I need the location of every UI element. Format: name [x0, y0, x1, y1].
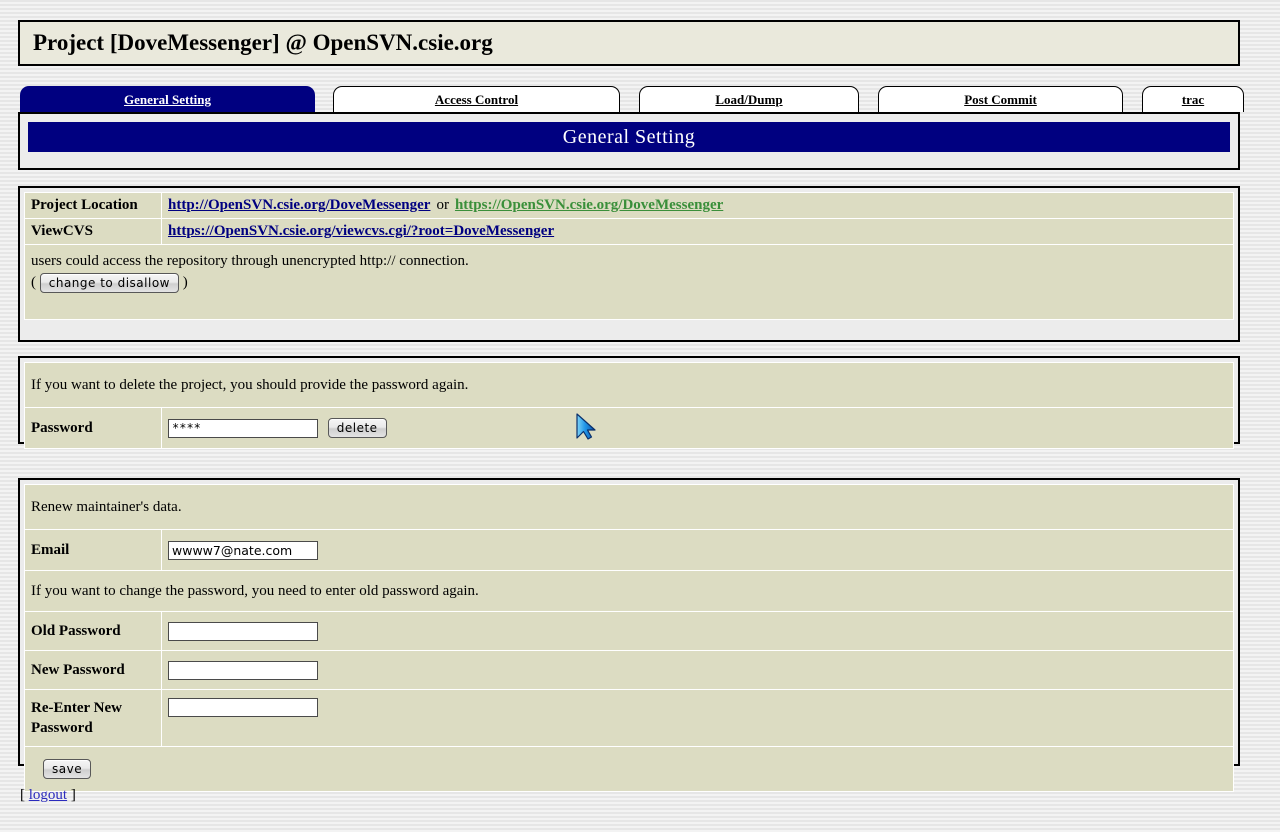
save-button[interactable]: save [43, 759, 92, 779]
project-location-https-link[interactable]: https://OpenSVN.csie.org/DoveMessenger [455, 197, 723, 213]
new-password-input[interactable] [168, 660, 318, 680]
table-row-email: Email [25, 530, 1233, 570]
new-password-value-cell [162, 651, 1233, 689]
viewcvs-label: ViewCVS [25, 219, 161, 244]
email-value-cell [162, 530, 1233, 570]
section-banner-title: General Setting [28, 122, 1230, 152]
delete-password-label: Password [25, 408, 161, 448]
change-to-disallow-button[interactable]: change to disallow [39, 273, 179, 293]
table-row-renew-note: Renew maintainer's data. [25, 485, 1233, 529]
logout-link[interactable]: logout [29, 787, 67, 803]
delete-project-panel: If you want to delete the project, you s… [18, 356, 1240, 449]
tab-post-commit-label: Post Commit [964, 91, 1037, 107]
delete-button[interactable]: delete [327, 418, 387, 438]
table-row-delete-note: If you want to delete the project, you s… [25, 363, 1233, 407]
page-title: Project [DoveMessenger] @ OpenSVN.csie.o… [33, 30, 493, 55]
table-row-new-password: New Password [25, 651, 1233, 689]
project-location-value: http://OpenSVN.csie.org/DoveMessenger or h… [162, 193, 1233, 218]
table-row-reenter-password: Re-Enter New Password [25, 690, 1233, 746]
email-input[interactable] [168, 540, 318, 560]
maintainer-table: Renew maintainer's data. Email If you wa… [24, 484, 1234, 792]
delete-password-value-cell: delete [162, 408, 1233, 448]
tab-trac-label: trac [1181, 91, 1205, 107]
viewcvs-value: https://OpenSVN.csie.org/viewcvs.cgi/?ro… [162, 219, 1233, 244]
delete-password-input[interactable] [168, 418, 318, 438]
tab-post-commit[interactable]: Post Commit [878, 86, 1123, 112]
tab-access-control-label: Access Control [434, 91, 519, 107]
table-row-delete-password: Password delete [25, 408, 1233, 448]
table-row-change-pw-note: If you want to change the password, you … [25, 571, 1233, 611]
email-label: Email [25, 530, 161, 570]
reenter-password-input[interactable] [168, 698, 318, 717]
table-row-save: save [25, 747, 1233, 791]
old-password-label: Old Password [25, 612, 161, 650]
page-root: Project [DoveMessenger] @ OpenSVN.csie.o… [0, 0, 1280, 832]
tab-general-setting-label: General Setting [123, 91, 211, 107]
project-info-table: Project Location http://OpenSVN.csie.org… [24, 192, 1234, 320]
table-row-project-location: Project Location http://OpenSVN.csie.org… [25, 193, 1233, 218]
section-banner-box: General Setting [18, 112, 1240, 170]
reenter-password-label: Re-Enter New Password [25, 690, 161, 746]
access-note-text: users could access the repository throug… [31, 253, 469, 269]
tab-bar: General Setting Access Control Load/Dump… [20, 86, 1260, 112]
tab-access-control[interactable]: Access Control [333, 86, 620, 112]
tab-load-dump-label: Load/Dump [715, 91, 783, 107]
paren-open: ( [31, 274, 36, 291]
page-title-box: Project [DoveMessenger] @ OpenSVN.csie.o… [18, 20, 1240, 66]
project-location-or-text: or [436, 197, 449, 213]
viewcvs-link[interactable]: https://OpenSVN.csie.org/viewcvs.cgi/?ro… [168, 223, 554, 239]
new-password-label: New Password [25, 651, 161, 689]
renew-note-cell: Renew maintainer's data. [25, 485, 1233, 529]
footer-bracket-close: ] [70, 787, 76, 803]
change-access-line: ( change to disallow ) [31, 273, 1227, 293]
paren-close: ) [182, 274, 188, 291]
delete-project-table: If you want to delete the project, you s… [24, 362, 1234, 449]
tab-trac[interactable]: trac [1142, 86, 1244, 112]
project-info-panel: Project Location http://OpenSVN.csie.org… [18, 186, 1240, 342]
reenter-password-value-cell [162, 690, 1233, 746]
old-password-value-cell [162, 612, 1233, 650]
tab-general-setting[interactable]: General Setting [20, 86, 315, 112]
delete-note-cell: If you want to delete the project, you s… [25, 363, 1233, 407]
change-pw-note-cell: If you want to change the password, you … [25, 571, 1233, 611]
table-row-old-password: Old Password [25, 612, 1233, 650]
footer: [ logout ] [20, 787, 76, 804]
footer-bracket-open: [ [20, 787, 25, 803]
maintainer-panel: Renew maintainer's data. Email If you wa… [18, 478, 1240, 792]
project-location-http-link[interactable]: http://OpenSVN.csie.org/DoveMessenger [168, 197, 430, 213]
table-row-viewcvs: ViewCVS https://OpenSVN.csie.org/viewcvs… [25, 219, 1233, 244]
project-location-label: Project Location [25, 193, 161, 218]
tab-load-dump[interactable]: Load/Dump [639, 86, 859, 112]
save-cell: save [25, 747, 1233, 791]
table-row-access-note: users could access the repository throug… [25, 245, 1233, 319]
old-password-input[interactable] [168, 621, 318, 641]
access-note-cell: users could access the repository throug… [25, 245, 1233, 319]
